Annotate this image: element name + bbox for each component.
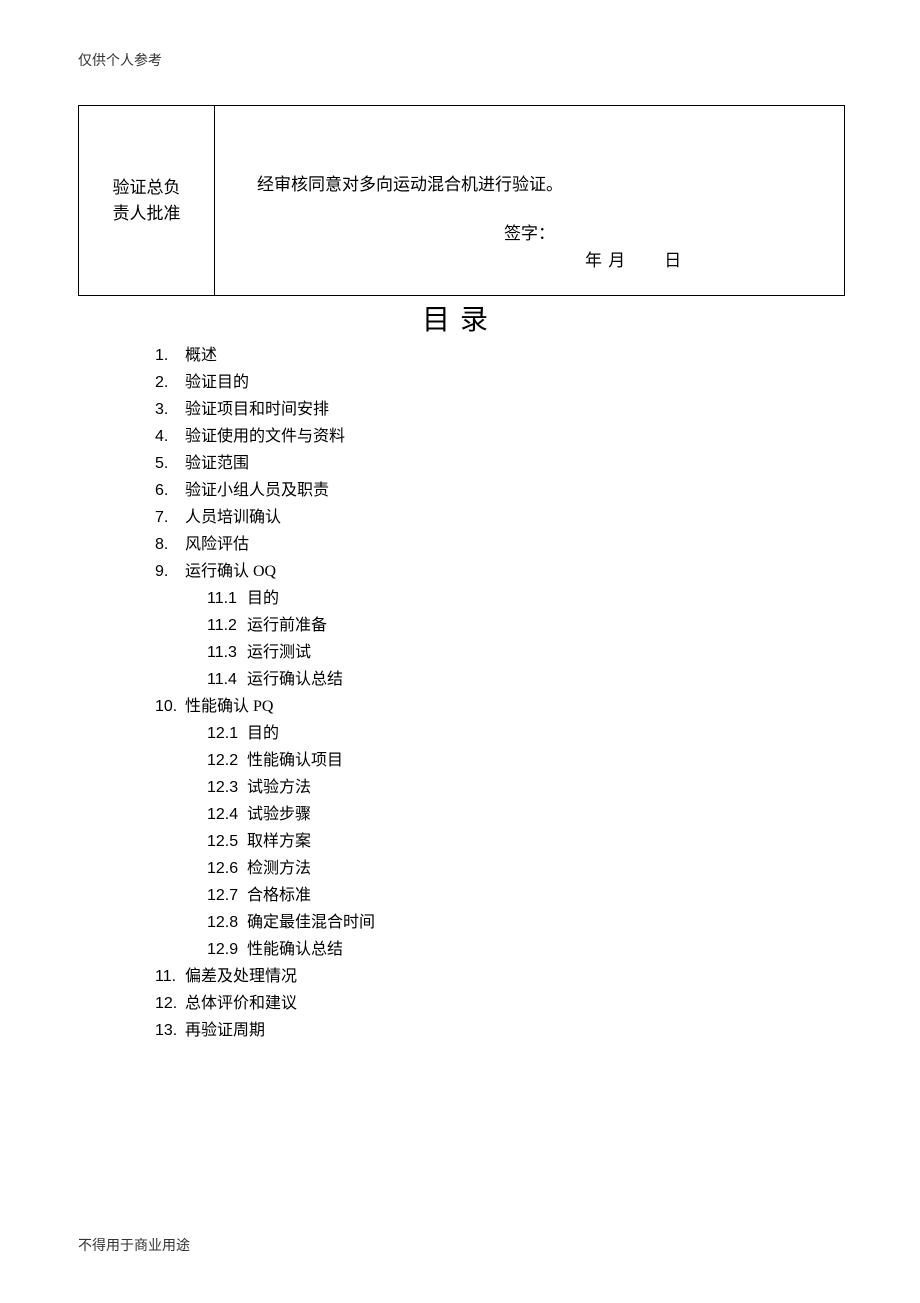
toc-subitem-label: 目的	[247, 585, 279, 612]
toc-item: 10.性能确认 PQ	[155, 693, 375, 720]
toc-subitem-number: 12.5	[207, 828, 247, 855]
toc-item-number: 2.	[155, 369, 185, 396]
toc-subitem: 12.2性能确认项目	[207, 747, 375, 774]
toc-item-label: 性能确认 PQ	[185, 693, 273, 720]
toc-subitem-number: 12.3	[207, 774, 247, 801]
toc-subitem-number: 11.4	[207, 666, 247, 693]
toc-item-number: 3.	[155, 396, 185, 423]
toc-subitem-number: 11.1	[207, 585, 247, 612]
toc-item-label: 验证使用的文件与资料	[185, 423, 345, 450]
toc-item: 9.运行确认 OQ	[155, 558, 375, 585]
toc-subitem-number: 12.4	[207, 801, 247, 828]
toc-subitem: 12.6检测方法	[207, 855, 375, 882]
toc-item-number: 1.	[155, 342, 185, 369]
toc-subitem-label: 性能确认总结	[247, 936, 343, 963]
toc-subitem-number: 12.8	[207, 909, 247, 936]
date-day: 日	[664, 251, 682, 270]
toc-list: 1.概述2.验证目的3.验证项目和时间安排4.验证使用的文件与资料5.验证范围6…	[155, 342, 375, 1044]
toc-item-number: 12.	[155, 990, 185, 1017]
toc-item: 5.验证范围	[155, 450, 375, 477]
toc-subitem-label: 目的	[247, 720, 279, 747]
toc-item-label: 风险评估	[185, 531, 249, 558]
toc-item: 8.风险评估	[155, 531, 375, 558]
footer-note: 不得用于商业用途	[78, 1235, 190, 1255]
approval-right-cell: 经审核同意对多向运动混合机进行验证。 签字： 年 月 日	[215, 106, 845, 296]
toc-subitem-number: 11.2	[207, 612, 247, 639]
toc-subitem-number: 12.2	[207, 747, 247, 774]
toc-item-number: 4.	[155, 423, 185, 450]
toc-item-label: 运行确认 OQ	[185, 558, 276, 585]
toc-item: 13.再验证周期	[155, 1017, 375, 1044]
toc-subitem-label: 取样方案	[247, 828, 311, 855]
toc-subitem: 11.3运行测试	[207, 639, 375, 666]
toc-item-label: 偏差及处理情况	[185, 963, 297, 990]
toc-item-label: 再验证周期	[185, 1017, 265, 1044]
toc-subitem: 12.9性能确认总结	[207, 936, 375, 963]
toc-item-number: 8.	[155, 531, 185, 558]
toc-subitem-number: 12.7	[207, 882, 247, 909]
toc-subitem: 12.8确定最佳混合时间	[207, 909, 375, 936]
approval-table: 验证总负 责人批准 经审核同意对多向运动混合机进行验证。 签字： 年 月 日	[78, 105, 845, 296]
toc-item: 3.验证项目和时间安排	[155, 396, 375, 423]
toc-item-number: 11.	[155, 963, 185, 990]
toc-item-number: 13.	[155, 1017, 185, 1044]
toc-subitem-label: 运行前准备	[247, 612, 327, 639]
toc-subitem-label: 检测方法	[247, 855, 311, 882]
toc-subitem-number: 12.9	[207, 936, 247, 963]
date-month: 月	[608, 251, 626, 270]
toc-subitem: 11.1目的	[207, 585, 375, 612]
approval-left-line1: 验证总负	[79, 175, 214, 201]
toc-item-number: 7.	[155, 504, 185, 531]
toc-item: 2.验证目的	[155, 369, 375, 396]
toc-subitem-label: 运行确认总结	[247, 666, 343, 693]
date-year: 年	[585, 251, 603, 270]
toc-subitem-label: 性能确认项目	[247, 747, 343, 774]
toc-subitem-label: 合格标准	[247, 882, 311, 909]
toc-subitem: 12.3试验方法	[207, 774, 375, 801]
toc-subitem-label: 试验方法	[247, 774, 311, 801]
toc-item-label: 概述	[185, 342, 217, 369]
toc-item: 1.概述	[155, 342, 375, 369]
toc-item-number: 6.	[155, 477, 185, 504]
toc-item-number: 9.	[155, 558, 185, 585]
toc-item-number: 10.	[155, 693, 185, 720]
toc-subitem: 12.1目的	[207, 720, 375, 747]
toc-item: 12.总体评价和建议	[155, 990, 375, 1017]
toc-item-label: 验证小组人员及职责	[185, 477, 329, 504]
toc-item-label: 总体评价和建议	[185, 990, 297, 1017]
toc-subitem-number: 12.6	[207, 855, 247, 882]
toc-subitem-label: 运行测试	[247, 639, 311, 666]
toc-subitem-label: 试验步骤	[247, 801, 311, 828]
toc-title: 目录	[0, 298, 920, 338]
toc-item: 4.验证使用的文件与资料	[155, 423, 375, 450]
toc-subitem: 12.4试验步骤	[207, 801, 375, 828]
toc-subitem-number: 12.1	[207, 720, 247, 747]
date-line: 年 月日	[585, 246, 682, 271]
toc-item-label: 验证目的	[185, 369, 249, 396]
toc-item-number: 5.	[155, 450, 185, 477]
toc-subitem-label: 确定最佳混合时间	[247, 909, 375, 936]
signature-label: 签字：	[215, 219, 844, 244]
toc-subitem: 11.4运行确认总结	[207, 666, 375, 693]
toc-subitem-number: 11.3	[207, 639, 247, 666]
toc-item: 7.人员培训确认	[155, 504, 375, 531]
toc-subitem: 12.7合格标准	[207, 882, 375, 909]
toc-item: 6.验证小组人员及职责	[155, 477, 375, 504]
toc-subitem: 12.5取样方案	[207, 828, 375, 855]
header-note: 仅供个人参考	[78, 50, 162, 70]
toc-item: 11.偏差及处理情况	[155, 963, 375, 990]
toc-subitem: 11.2运行前准备	[207, 612, 375, 639]
approval-statement: 经审核同意对多向运动混合机进行验证。	[215, 158, 844, 195]
toc-item-label: 验证范围	[185, 450, 249, 477]
approval-left-line2: 责人批准	[79, 201, 214, 227]
approval-left-cell: 验证总负 责人批准	[79, 106, 215, 296]
toc-item-label: 人员培训确认	[185, 504, 281, 531]
toc-item-label: 验证项目和时间安排	[185, 396, 329, 423]
